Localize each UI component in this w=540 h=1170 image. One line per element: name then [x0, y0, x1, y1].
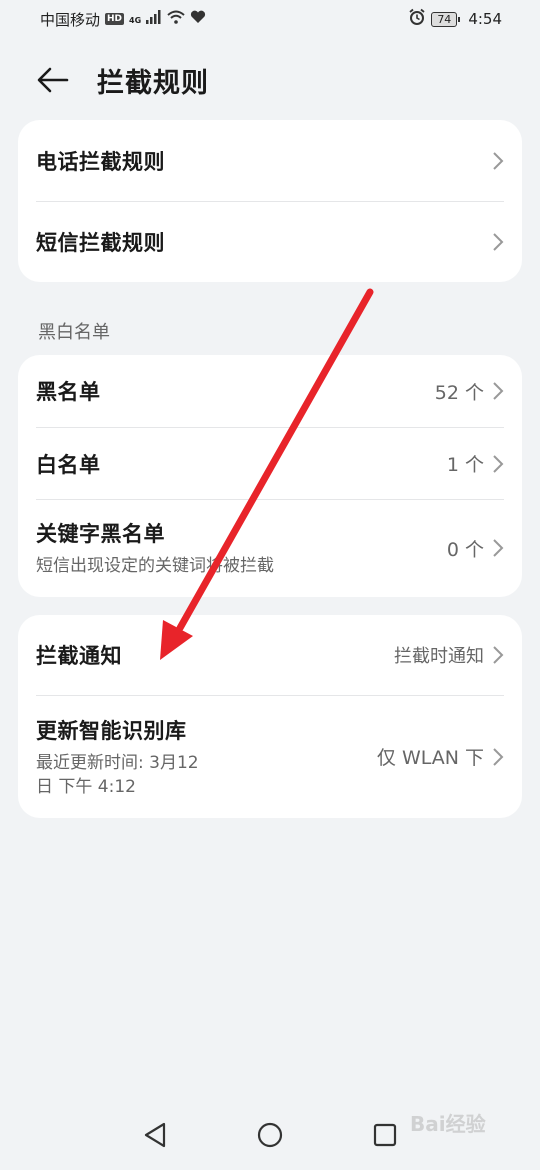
app-header: 拦截规则: [0, 55, 540, 105]
nav-recents-button[interactable]: [370, 1120, 400, 1150]
row-subtitle: 最近更新时间: 3月12日 下午 4:12: [36, 752, 199, 797]
triangle-back-icon: [144, 1122, 166, 1148]
blacklist-row[interactable]: 黑名单 52 个: [36, 355, 504, 427]
row-label: 白名单: [36, 452, 101, 477]
keyword-blacklist-row[interactable]: 关键字黑名单 短信出现设定的关键词将被拦截 0 个: [36, 499, 504, 596]
blackwhite-card: 黑名单 52 个 白名单 1 个 关键字黑名单 短信出现设定的关键词将被拦截 0…: [18, 355, 522, 597]
notify-card: 拦截通知 拦截时通知 更新智能识别库 最近更新时间: 3月12日 下午 4:12…: [18, 615, 522, 818]
block-notification-row[interactable]: 拦截通知 拦截时通知: [36, 615, 504, 695]
row-value: 52 个: [434, 381, 484, 404]
row-label: 关键字黑名单: [36, 522, 165, 546]
phone-rules-row[interactable]: 电话拦截规则: [36, 120, 504, 201]
circle-home-icon: [257, 1122, 283, 1148]
row-label: 电话拦截规则: [36, 149, 165, 174]
nav-home-button[interactable]: [255, 1120, 285, 1150]
status-bar: 中国移动 HD 4G 74 4:54: [0, 0, 540, 38]
alarm-icon: [408, 8, 426, 30]
chevron-right-icon: [492, 454, 504, 474]
chevron-right-icon: [492, 645, 504, 665]
row-value: 拦截时通知: [394, 646, 484, 667]
row-label: 黑名单: [36, 380, 101, 404]
hd-badge: HD: [105, 13, 125, 25]
row-label: 短信拦截规则: [36, 230, 165, 255]
sms-rules-row[interactable]: 短信拦截规则: [36, 201, 504, 281]
row-value: 0 个: [446, 538, 484, 561]
chevron-right-icon: [492, 151, 504, 171]
chevron-right-icon: [492, 381, 504, 401]
row-label: 拦截通知: [36, 644, 122, 668]
watermark-text: Bai经验: [410, 1112, 486, 1136]
page-title: 拦截规则: [97, 68, 209, 99]
row-label: 更新智能识别库: [36, 718, 187, 743]
rules-card: 电话拦截规则 短信拦截规则: [18, 120, 522, 282]
chevron-right-icon: [492, 747, 504, 767]
chevron-right-icon: [492, 538, 504, 558]
arrow-left-icon: [37, 67, 69, 93]
square-recents-icon: [373, 1123, 397, 1147]
section-label-blackwhite: 黑白名单: [38, 322, 110, 343]
wifi-icon: [167, 10, 185, 28]
carrier-name: 中国移动: [40, 10, 101, 29]
row-value: 1 个: [446, 454, 484, 476]
row-value: 仅 WLAN 下: [376, 747, 485, 769]
clock-time: 4:54: [468, 10, 502, 28]
heart-icon: [190, 10, 206, 28]
whitelist-row[interactable]: 白名单 1 个: [36, 427, 504, 499]
row-subtitle: 短信出现设定的关键词将被拦截: [36, 556, 274, 576]
chevron-right-icon: [492, 232, 504, 252]
battery-indicator: 74: [431, 11, 461, 27]
signal-icon: [146, 10, 162, 28]
update-library-row[interactable]: 更新智能识别库 最近更新时间: 3月12日 下午 4:12 仅 WLAN 下: [36, 695, 504, 817]
back-button[interactable]: [36, 63, 70, 97]
network-type: 4G: [129, 15, 142, 25]
nav-back-button[interactable]: [140, 1120, 170, 1150]
